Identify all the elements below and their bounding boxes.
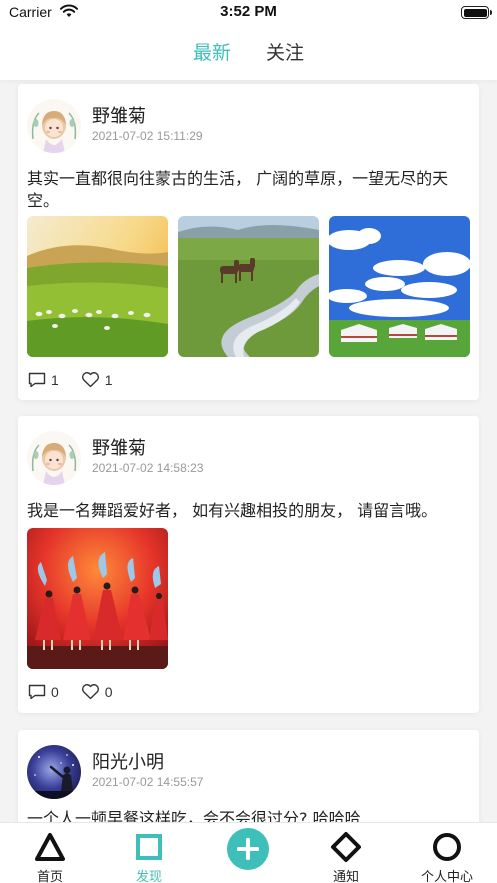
- tab-profile-label: 个人中心: [420, 870, 473, 883]
- battery-icon: [461, 6, 492, 19]
- post-card[interactable]: 野雏菊 2021-07-02 14:58:23 我是一名舞蹈爱好者， 如有兴趣相…: [18, 416, 479, 713]
- tab-home[interactable]: 首页: [5, 823, 95, 883]
- avatar[interactable]: [27, 99, 81, 153]
- tab-latest[interactable]: 最新: [193, 38, 231, 65]
- avatar[interactable]: [27, 745, 81, 799]
- circle-icon: [433, 833, 461, 861]
- avatar[interactable]: [27, 431, 81, 485]
- comment-icon: [28, 372, 46, 387]
- tab-discover-label: 发现: [135, 870, 162, 883]
- yurts-blue-sky-photo[interactable]: [329, 216, 470, 357]
- diamond-icon: [331, 832, 361, 862]
- post-time: 2021-07-02 15:11:29: [92, 129, 203, 143]
- tab-notifications[interactable]: 通知: [301, 823, 391, 883]
- status-bar: Carrier 3:52 PM: [0, 0, 497, 26]
- tab-post-new[interactable]: [203, 823, 293, 883]
- post-actions: 1 1: [28, 371, 135, 388]
- tab-discover[interactable]: 发现: [104, 823, 194, 883]
- post-time: 2021-07-02 14:58:23: [92, 461, 204, 475]
- comment-icon: [28, 684, 46, 699]
- dancers-stage-photo[interactable]: [27, 528, 168, 669]
- like-button[interactable]: 1: [81, 371, 113, 388]
- comment-button[interactable]: 1: [28, 372, 59, 388]
- heart-icon: [81, 684, 99, 700]
- triangle-icon: [35, 833, 65, 861]
- photo-grid: [27, 216, 470, 357]
- comment-count: 0: [51, 683, 59, 700]
- like-count: 0: [104, 683, 113, 700]
- username[interactable]: 野雏菊: [92, 102, 146, 128]
- tab-home-label: 首页: [36, 870, 63, 883]
- grassland-sheep-photo[interactable]: [27, 216, 168, 357]
- post-text: 一个人一顿早餐这样吃，会不会很过分? 哈哈哈: [27, 809, 361, 822]
- square-icon: [136, 834, 162, 860]
- comment-button[interactable]: 0: [28, 684, 59, 700]
- comment-count: 1: [51, 371, 59, 388]
- username[interactable]: 阳光小明: [92, 748, 164, 774]
- like-button[interactable]: 0: [81, 683, 113, 700]
- tab-profile[interactable]: 个人中心: [402, 823, 492, 883]
- username[interactable]: 野雏菊: [92, 434, 146, 460]
- clock: 3:52 PM: [220, 3, 277, 20]
- horses-river-photo[interactable]: [178, 216, 319, 357]
- plus-circle-icon: [227, 828, 269, 870]
- tab-notifications-label: 通知: [332, 870, 359, 883]
- heart-icon: [81, 372, 99, 388]
- tab-follow[interactable]: 关注: [266, 38, 304, 65]
- photo-grid: [27, 528, 168, 669]
- post-actions: 0 0: [28, 683, 135, 700]
- post-card[interactable]: 阳光小明 2021-07-02 14:55:57 一个人一顿早餐这样吃，会不会很…: [18, 730, 479, 822]
- post-card[interactable]: 野雏菊 2021-07-02 15:11:29 其实一直都很向往蒙古的生活， 广…: [18, 84, 479, 400]
- like-count: 1: [104, 371, 113, 388]
- post-text: 其实一直都很向往蒙古的生活， 广阔的草原，一望无尽的天空。: [27, 169, 449, 210]
- top-tab-bar: 最新 关注: [0, 26, 497, 80]
- bottom-tab-bar: 首页 发现 通知 个人中心: [0, 822, 497, 883]
- post-text: 我是一名舞蹈爱好者， 如有兴趣相投的朋友， 请留言哦。: [27, 501, 438, 520]
- post-feed[interactable]: 野雏菊 2021-07-02 15:11:29 其实一直都很向往蒙古的生活， 广…: [0, 80, 497, 822]
- post-time: 2021-07-02 14:55:57: [92, 775, 204, 789]
